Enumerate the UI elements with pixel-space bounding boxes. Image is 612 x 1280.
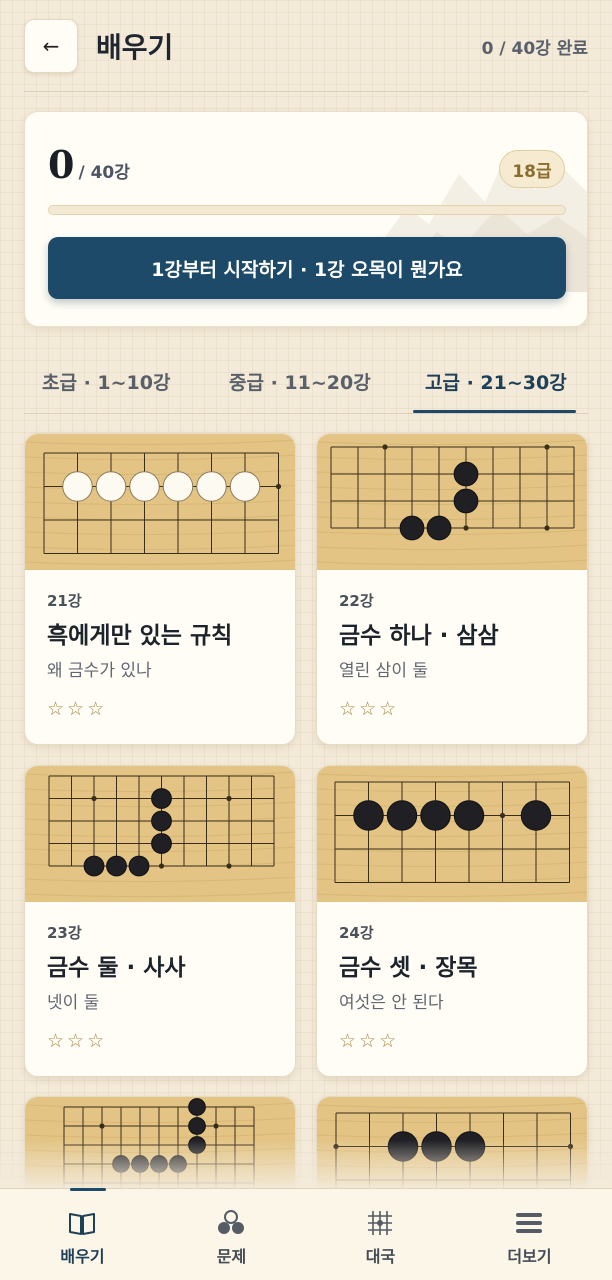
board-grid-icon [368, 1211, 392, 1235]
rank-badge: 18급 [499, 150, 565, 188]
bottom-navigation: 배우기 문제 대국 더보기 [0, 1188, 612, 1280]
scroll-fade [0, 1140, 612, 1190]
board-diagram [317, 434, 587, 570]
lesson-title: 금수 하나 · 삼삼 [339, 623, 499, 649]
lesson-title: 흑에게만 있는 규칙 [47, 623, 233, 649]
nav-item-problems[interactable]: 문제 [155, 1189, 308, 1280]
progress-count: 0/ 40강 [48, 142, 130, 187]
back-button[interactable]: ← [24, 19, 78, 73]
book-icon [69, 1213, 95, 1235]
lesson-subtitle: 열린 삼이 둘 [339, 661, 429, 681]
lesson-card-22[interactable]: 22강 금수 하나 · 삼삼 열린 삼이 둘 ☆☆☆ [316, 433, 588, 745]
active-nav-indicator [70, 1188, 106, 1191]
star-rating: ☆☆☆ [339, 1030, 400, 1052]
completion-count: 0 / 40강 완료 [481, 39, 588, 59]
star-rating: ☆☆☆ [339, 698, 400, 720]
progress-bar [48, 205, 566, 215]
page-title: 배우기 [96, 31, 174, 64]
nav-item-learn[interactable]: 배우기 [6, 1188, 159, 1280]
board-diagram [25, 766, 295, 902]
lesson-number: 23강 [47, 924, 82, 942]
total-lessons: / 40강 [78, 163, 130, 183]
nav-label: 배우기 [60, 1247, 105, 1266]
board-diagram [317, 766, 587, 902]
active-tab-indicator [413, 410, 576, 413]
progress-card: 0/ 40강 18급 1강부터 시작하기 · 1강 오목이 뭔가요 [24, 111, 588, 327]
star-rating: ☆☆☆ [47, 698, 108, 720]
lesson-card-24[interactable]: 24강 금수 셋 · 장목 여섯은 안 된다 ☆☆☆ [316, 765, 588, 1077]
lesson-subtitle: 여섯은 안 된다 [339, 993, 444, 1013]
nav-label: 대국 [365, 1247, 396, 1266]
menu-icon [516, 1213, 542, 1233]
start-lesson-button[interactable]: 1강부터 시작하기 · 1강 오목이 뭔가요 [48, 237, 566, 299]
stones-icon [218, 1210, 244, 1234]
lesson-card-23[interactable]: 23강 금수 둘 · 사사 넷이 둘 ☆☆☆ [24, 765, 296, 1077]
tab-intermediate[interactable]: 중급 · 11~20강 [229, 368, 371, 395]
lesson-number: 22강 [339, 592, 374, 610]
board-diagram [25, 434, 295, 570]
nav-label: 문제 [216, 1247, 247, 1266]
completed-count: 0 [48, 142, 75, 187]
tabs-divider [24, 413, 588, 414]
header-divider [24, 91, 588, 92]
nav-item-match[interactable]: 대국 [304, 1189, 457, 1280]
star-rating: ☆☆☆ [47, 1030, 108, 1052]
lesson-subtitle: 왜 금수가 있나 [47, 661, 152, 681]
tab-advanced[interactable]: 고급 · 21~30강 [425, 368, 567, 395]
nav-label: 더보기 [507, 1247, 552, 1266]
level-tabs: 초급 · 1~10강 중급 · 11~20강 고급 · 21~30강 [24, 350, 588, 414]
nav-item-more[interactable]: 더보기 [453, 1189, 606, 1280]
lesson-number: 21강 [47, 592, 82, 610]
tab-beginner[interactable]: 초급 · 1~10강 [42, 368, 170, 395]
lesson-title: 금수 셋 · 장목 [339, 955, 478, 981]
arrow-left-icon: ← [42, 34, 60, 58]
lesson-number: 24강 [339, 924, 374, 942]
lesson-card-21[interactable]: 21강 흑에게만 있는 규칙 왜 금수가 있나 ☆☆☆ [24, 433, 296, 745]
lesson-subtitle: 넷이 둘 [47, 993, 100, 1013]
header: ← 배우기 0 / 40강 완료 [0, 0, 612, 92]
lesson-title: 금수 둘 · 사사 [47, 955, 186, 981]
